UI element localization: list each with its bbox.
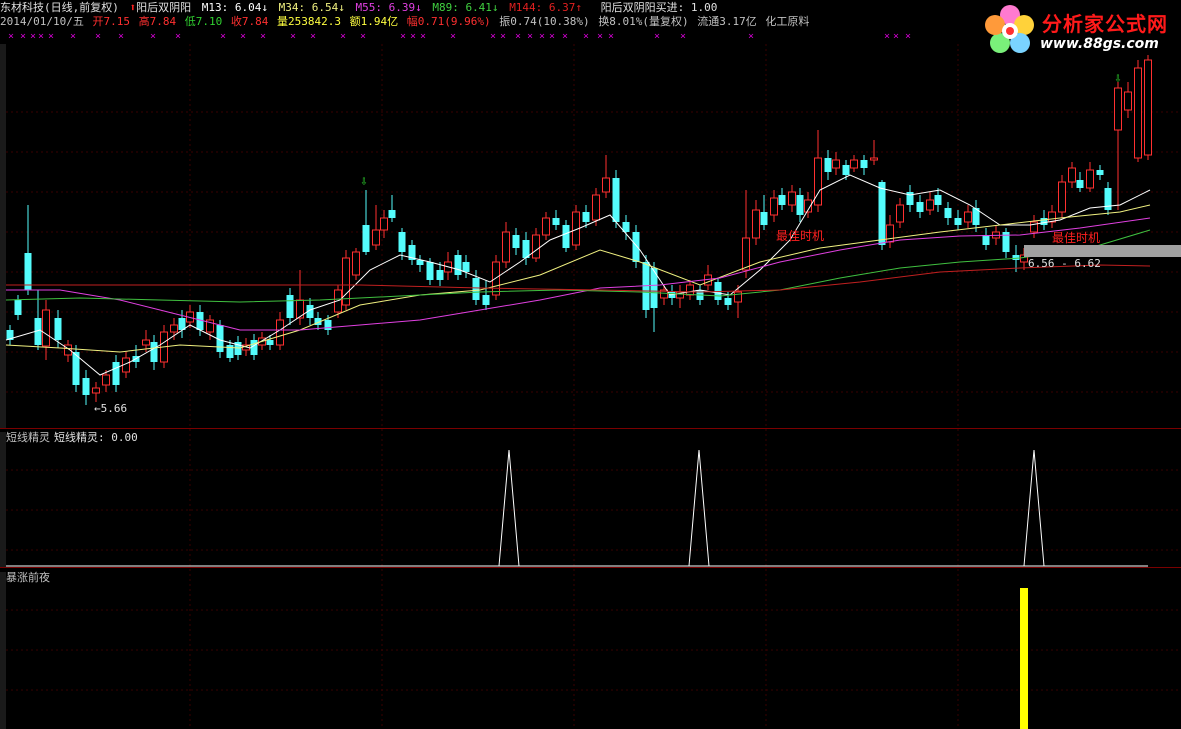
candle-body-down [426, 262, 434, 280]
candle-body-up [276, 319, 284, 346]
candle-body-down [286, 295, 294, 318]
candle-body-up [832, 159, 840, 169]
candle-body-down [582, 212, 590, 222]
candle-body-up [1114, 87, 1122, 131]
candle-body-down [982, 235, 990, 245]
candle-body-down [454, 255, 462, 275]
panel3-label: 暴涨前夜 [6, 571, 50, 584]
candle-body-up [1086, 169, 1094, 189]
candle-body-down [632, 232, 640, 262]
candle-body-up [592, 194, 600, 221]
candle-body-up [380, 217, 388, 231]
candle-body-down [878, 182, 886, 245]
candle-body-up [770, 197, 778, 216]
moving-average-lines [5, 174, 1151, 376]
panel-separator[interactable] [0, 567, 1181, 568]
candle-body-down [916, 202, 924, 212]
signal-bar [1020, 588, 1028, 729]
candle-body-up [1124, 91, 1132, 111]
candle-body-up [102, 374, 110, 386]
candle-body-down [512, 235, 520, 248]
candle-body-down [724, 298, 732, 305]
candle-body-up [964, 211, 972, 223]
candle-body-down [24, 253, 32, 290]
best-time-label-1: 最佳时机 [776, 229, 825, 243]
candle-body-up [42, 309, 50, 347]
best-time-label-2: 最佳时机 [1052, 231, 1101, 245]
candle-body-down [398, 232, 406, 252]
candle-body-down [778, 195, 786, 205]
panel2-value: 短线精灵: 0.00 [54, 431, 138, 444]
spike [688, 449, 710, 567]
kline-chart[interactable] [0, 0, 1181, 729]
candle-body-down [760, 212, 768, 225]
candle-body-up [788, 191, 796, 206]
candle-body-up [896, 204, 904, 223]
low-price-marker: ←5.66 [94, 402, 128, 415]
candle-body-up [1134, 67, 1142, 159]
short-line-spikes [6, 449, 1148, 567]
candle-body-up [142, 339, 150, 346]
candle-body-up [752, 209, 760, 239]
spike [498, 449, 520, 567]
candle-body-down [796, 195, 804, 215]
candle-body-down [552, 218, 560, 225]
candle-body-down [150, 342, 158, 362]
candle-body-down [112, 362, 120, 385]
spike [1023, 449, 1045, 567]
candle-body-down [436, 270, 444, 280]
candle-body-up [502, 231, 510, 263]
candle-body-down [860, 160, 868, 168]
candle-body-down [1012, 255, 1020, 260]
candle-body-up [92, 387, 100, 394]
candle-body-down [14, 300, 22, 315]
candle-body-down [266, 340, 274, 345]
candle-body-up [1058, 181, 1066, 213]
grid [6, 44, 1181, 729]
candle-body-down [388, 210, 396, 218]
candle-body-up [742, 237, 750, 271]
candle-body-up [850, 159, 858, 169]
candle-body-up [870, 157, 878, 161]
candle-body-down [944, 208, 952, 218]
candle-body-down [362, 225, 370, 252]
candle-body-down [824, 158, 832, 172]
candle-body-down [934, 195, 942, 205]
candle-body-down [54, 318, 62, 340]
candle-body-up [170, 324, 178, 333]
down-arrow-icon: ⇩ [360, 174, 368, 189]
down-arrow-icon: ⇩ [1114, 71, 1122, 86]
candle-body-down [842, 165, 850, 175]
candle-body-down [562, 225, 570, 248]
candle-body-up [352, 251, 360, 276]
panel-separator[interactable] [0, 428, 1181, 429]
price-range-box [1024, 245, 1181, 257]
candle-body-down [1076, 180, 1084, 188]
candle-body-down [1040, 218, 1048, 225]
candle-body-up [602, 177, 610, 193]
signal-bars [1020, 588, 1028, 729]
candlesticks [6, 55, 1152, 405]
candle-body-up [532, 234, 540, 259]
candle-body-up [926, 199, 934, 211]
candle-body-up [686, 284, 694, 296]
candle-body-up [372, 229, 380, 246]
candle-body-down [612, 178, 620, 222]
candle-body-down [82, 378, 90, 395]
candle-body-down [472, 278, 480, 300]
ma144-line [6, 264, 1151, 293]
candle-body-up [1144, 59, 1152, 156]
candle-body-down [482, 295, 490, 305]
candle-body-up [342, 257, 350, 306]
candle-body-down [462, 262, 470, 272]
price-range-label: 6.56 - 6.62 [1028, 257, 1101, 270]
candle-body-up [1068, 167, 1076, 183]
candle-body-down [1096, 170, 1104, 175]
candle-body-up [542, 217, 550, 236]
panel2-title: 短线精灵 [6, 431, 50, 444]
panel2-label: 短线精灵 短线精灵: 0.00 [6, 429, 138, 445]
candle-body-down [954, 218, 962, 225]
candle-body-down [324, 320, 332, 330]
